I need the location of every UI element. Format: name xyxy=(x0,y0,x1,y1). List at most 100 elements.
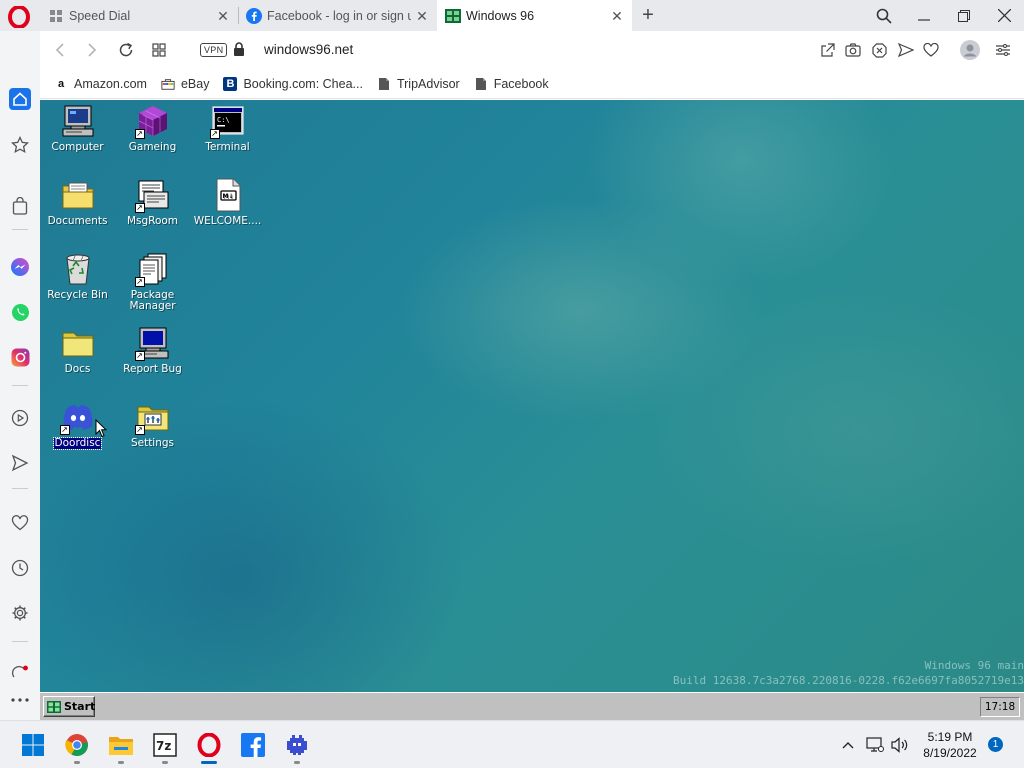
system-clock[interactable]: 5:19 PM 8/19/2022 xyxy=(918,729,982,761)
bookmark-label: TripAdvisor xyxy=(396,76,460,91)
sidebar-divider xyxy=(12,488,28,489)
star-icon[interactable] xyxy=(9,134,31,156)
back-button[interactable] xyxy=(50,40,70,60)
bookmark-tripadvisor[interactable]: TripAdvisor xyxy=(377,77,460,91)
network-icon[interactable] xyxy=(865,735,885,755)
desktop-icon-recycle-bin[interactable]: Recycle Bin xyxy=(40,252,115,301)
running-indicator xyxy=(294,761,300,764)
file-explorer-icon[interactable] xyxy=(107,731,135,759)
bookmark-label: Amazon.com xyxy=(74,76,147,91)
chrome-icon[interactable] xyxy=(63,731,91,759)
shortcut-arrow-icon: ↗ xyxy=(134,277,145,287)
lock-icon[interactable] xyxy=(233,42,245,60)
easy-setup-icon[interactable] xyxy=(994,41,1012,59)
tripadvisor-icon xyxy=(377,77,391,91)
desktop-icon-documents[interactable]: Documents xyxy=(40,178,115,227)
shortcut-arrow-icon: ↗ xyxy=(134,425,145,435)
msgroom-icon: ↗ xyxy=(134,178,170,213)
desktop-icon-computer[interactable]: Computer xyxy=(40,104,115,153)
svg-text:7z: 7z xyxy=(156,739,171,753)
instagram-icon[interactable] xyxy=(9,346,31,368)
tab-windows96[interactable]: Windows 96 ✕ xyxy=(437,0,632,31)
w96-start-label: Start xyxy=(64,700,96,713)
home-icon[interactable] xyxy=(9,88,31,110)
close-window-button[interactable] xyxy=(984,0,1024,31)
desktop-icon-msgroom[interactable]: ↗ MsgRoom xyxy=(115,178,190,227)
shortcut-arrow-icon: ↗ xyxy=(59,425,70,435)
forward-button[interactable] xyxy=(82,40,102,60)
ebay-icon xyxy=(161,77,175,91)
send-icon[interactable] xyxy=(9,452,31,474)
restore-button[interactable] xyxy=(944,0,984,31)
bookmark-booking[interactable]: B Booking.com: Chea... xyxy=(223,76,363,91)
reload-button[interactable] xyxy=(116,40,136,60)
tiles-icon[interactable] xyxy=(149,40,169,60)
tab-search-icon[interactable] xyxy=(864,0,904,31)
desktop-icon-settings[interactable]: ↗ Settings xyxy=(115,400,190,449)
desktop-icon-report-bug[interactable]: ↗ Report Bug xyxy=(115,326,190,375)
desktop-icon-label: WELCOME.... xyxy=(193,215,262,227)
desktop-icon-terminal[interactable]: C:\ ↗ Terminal xyxy=(190,104,265,153)
bookmark-label: Booking.com: Chea... xyxy=(243,76,363,91)
w96-clock[interactable]: 17:18 xyxy=(980,697,1020,717)
favorites-heart-icon[interactable] xyxy=(922,41,940,59)
shopping-bag-icon[interactable] xyxy=(9,195,31,217)
update-icon[interactable] xyxy=(9,661,31,683)
sidebar-divider xyxy=(12,385,28,386)
notification-badge[interactable]: 1 xyxy=(988,737,1003,752)
desktop-icon-label: MsgRoom xyxy=(126,215,179,227)
tab-facebook[interactable]: Facebook - log in or sign u ✕ xyxy=(238,0,437,31)
more-options-icon[interactable] xyxy=(9,689,31,711)
history-clock-icon[interactable] xyxy=(9,557,31,579)
url-text[interactable]: windows96.net xyxy=(264,42,353,57)
show-hidden-icons[interactable] xyxy=(838,735,858,755)
facebook-icon xyxy=(246,7,262,24)
bookmarks-bar: a Amazon.com eBay B Booking.com: Chea...… xyxy=(40,69,1024,99)
desktop-icon-docs[interactable]: Docs xyxy=(40,326,115,375)
svg-text:M↓: M↓ xyxy=(222,193,233,200)
shortcut-arrow-icon: ↗ xyxy=(134,351,145,361)
volume-icon[interactable] xyxy=(890,735,910,755)
w96-start-button[interactable]: Start xyxy=(43,696,95,717)
whatsapp-icon[interactable] xyxy=(9,301,31,323)
w96-taskbar: Start 17:18 xyxy=(40,692,1024,720)
build-watermark: Windows 96 main Build 12638.7c3a2768.220… xyxy=(673,658,1024,688)
windows96-logo-icon xyxy=(47,700,61,713)
tab-speed-dial[interactable]: Speed Dial ✕ xyxy=(40,0,238,31)
shortcut-arrow-icon: ↗ xyxy=(134,129,145,139)
desktop-icon-welcome[interactable]: M↓ WELCOME.... xyxy=(190,178,265,227)
opera-menu-icon[interactable] xyxy=(8,5,30,29)
settings-gear-icon[interactable] xyxy=(9,602,31,624)
windows96-desktop[interactable]: Computer ↗ Gameing C:\ ↗ Terminal Docume… xyxy=(40,100,1024,692)
windows96-icon xyxy=(445,8,461,24)
windows-start-icon[interactable] xyxy=(19,731,47,759)
heart-icon[interactable] xyxy=(9,512,31,534)
clock-time: 5:19 PM xyxy=(927,730,973,744)
new-tab-button[interactable]: + xyxy=(639,3,657,27)
running-indicator xyxy=(74,761,80,764)
close-tab-icon[interactable]: ✕ xyxy=(216,9,230,23)
player-icon[interactable] xyxy=(9,407,31,429)
bookmark-amazon[interactable]: a Amazon.com xyxy=(54,77,147,91)
opera-icon[interactable] xyxy=(195,731,223,759)
bookmark-facebook[interactable]: Facebook xyxy=(474,77,549,91)
desktop-icon-label: Recycle Bin xyxy=(47,289,108,301)
desktop-icon-label: Package Manager xyxy=(129,289,176,312)
close-tab-icon[interactable]: ✕ xyxy=(415,9,429,23)
camera-icon[interactable] xyxy=(844,41,862,59)
facebook-app-icon[interactable] xyxy=(239,731,267,759)
minimize-button[interactable] xyxy=(904,0,944,31)
close-tab-icon[interactable]: ✕ xyxy=(610,9,624,23)
sidebar-divider xyxy=(12,229,28,230)
messenger-icon[interactable] xyxy=(9,256,31,278)
adblock-icon[interactable] xyxy=(870,41,888,59)
flow-send-icon[interactable] xyxy=(897,41,915,59)
desktop-icon-gameing[interactable]: ↗ Gameing xyxy=(115,104,190,153)
game-alien-icon[interactable] xyxy=(283,731,311,759)
bookmark-ebay[interactable]: eBay xyxy=(161,77,209,91)
profile-avatar-icon[interactable] xyxy=(960,40,980,60)
vpn-badge[interactable]: VPN xyxy=(200,43,228,57)
desktop-icon-package-manager[interactable]: ↗ Package Manager xyxy=(115,252,190,312)
share-icon[interactable] xyxy=(818,41,836,59)
7zip-icon[interactable]: 7z xyxy=(151,731,179,759)
